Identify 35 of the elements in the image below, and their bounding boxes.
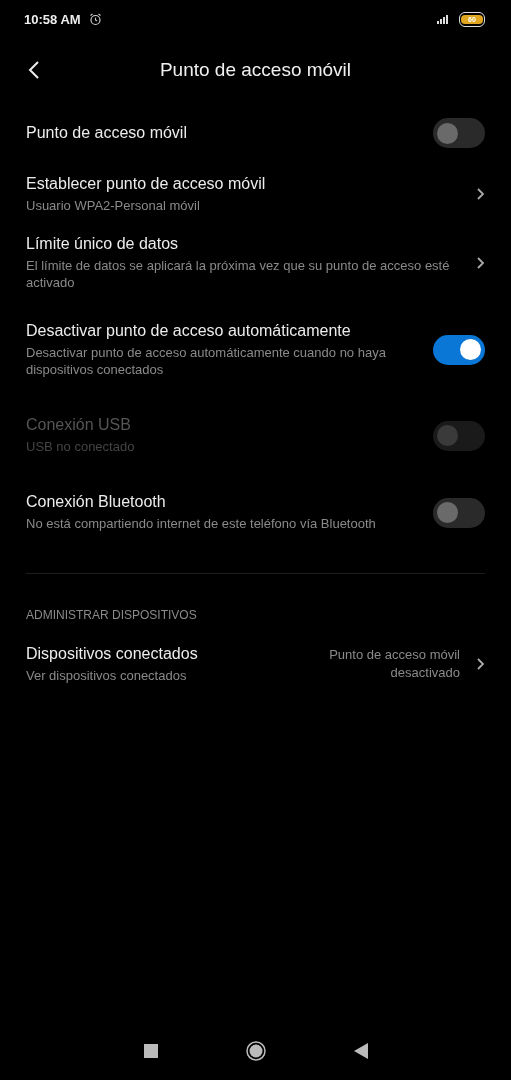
item-title: Establecer punto de acceso móvil (26, 174, 267, 193)
toggle-switch[interactable] (433, 334, 485, 365)
alarm-icon (88, 12, 102, 26)
item-title: Dispositivos conectados (26, 644, 199, 663)
back-icon[interactable] (28, 60, 40, 80)
settings-item[interactable]: Conexión Bluetooth No está compartiendo internet de este teléfono vía Bluetooth (0, 474, 511, 551)
settings-item[interactable]: Punto de acceso móvil (0, 102, 511, 164)
item-title: Conexión USB (26, 416, 132, 434)
home-icon[interactable] (245, 1041, 266, 1061)
item-title: Conexión Bluetooth (26, 493, 167, 511)
toggle-switch[interactable] (433, 118, 485, 148)
settings-item[interactable]: Límite único de datos El límite de datos se aplicará la próxima vez que su punto de acceso esté activado (0, 224, 511, 302)
item-subtitle: No está compartiendo internet de este teléfono vía Bluetooth (26, 515, 377, 532)
item-subtitle: El límite de datos se aplicará la próxima vez que su punto de acceso esté activado (26, 257, 451, 291)
toggle-switch[interactable] (433, 497, 485, 528)
item-subtitle: USB no conectado (26, 438, 136, 455)
recents-icon[interactable] (143, 1044, 158, 1058)
item-subtitle: Desactivar punto de acceso automáticamente cuando no haya dispositivos conectados (26, 343, 387, 378)
item-title: Límite único de datos (26, 235, 180, 253)
item-value: Punto de acceso móvil desactivado (328, 646, 460, 682)
status-time: 10:58 AM (24, 11, 81, 27)
chevron-icon (476, 187, 485, 201)
settings-item[interactable]: Dispositivos conectados Ver dispositivos conectados Punto de acceso móvil desactivado (0, 634, 511, 694)
section-header: ADMINISTRAR DISPOSITIVOS (25, 607, 198, 624)
chevron-icon (476, 657, 485, 671)
back-nav-icon[interactable] (353, 1043, 368, 1059)
settings-item[interactable]: Desactivar punto de acceso automáticamente Desactivar punto de acceso automáticamente cuando no haya dispositivos conectados (0, 302, 511, 397)
item-subtitle: Ver dispositivos conectados (26, 666, 188, 684)
item-title: Punto de acceso móvil (26, 124, 188, 142)
signal-icon (437, 14, 451, 24)
page-title: Punto de acceso móvil (159, 59, 352, 81)
settings-item[interactable]: Establecer punto de acceso móvil Usuario WPA2-Personal móvil (0, 164, 511, 224)
chevron-icon (476, 256, 485, 270)
item-title: Desactivar punto de acceso automáticamente (26, 321, 352, 340)
item-subtitle: Usuario WPA2-Personal móvil (26, 196, 201, 214)
